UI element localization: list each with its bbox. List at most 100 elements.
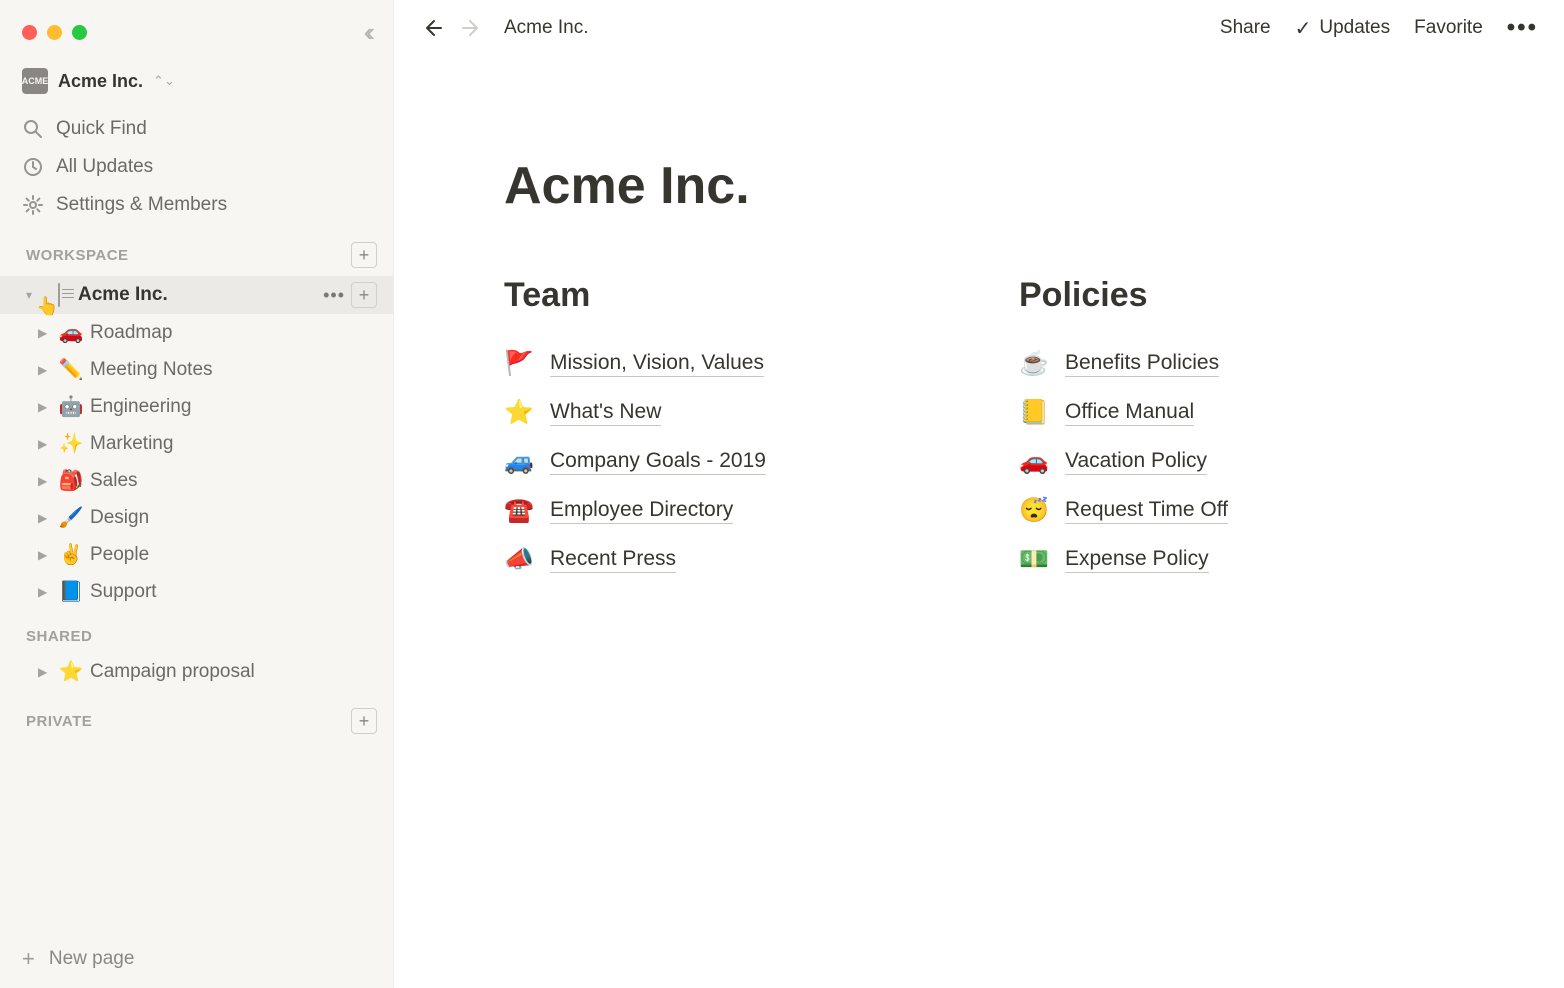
tree-item[interactable]: ▶ 🎒 Sales (0, 462, 393, 499)
window-controls (22, 25, 87, 40)
clock-icon (22, 156, 44, 178)
all-updates-label: All Updates (56, 156, 153, 178)
tree-label: People (90, 544, 377, 566)
plus-icon: + (22, 946, 35, 972)
main: Acme Inc. Share ✓ Updates Favorite ••• A… (394, 0, 1564, 988)
add-subpage-button[interactable]: + (351, 282, 377, 308)
columns: Team🚩Mission, Vision, Values⭐What's New🚙… (504, 276, 1454, 584)
link-emoji-icon: 💵 (1019, 545, 1051, 574)
chevron-right-icon[interactable]: ▶ (38, 548, 52, 562)
favorite-button[interactable]: Favorite (1414, 17, 1483, 39)
link-text: Office Manual (1065, 400, 1194, 426)
link-text: Company Goals - 2019 (550, 449, 766, 475)
tree-label: Meeting Notes (90, 359, 377, 381)
link-emoji-icon: 😴 (1019, 496, 1051, 525)
tree-item[interactable]: ▶ ✨ Marketing (0, 425, 393, 462)
page-emoji-icon: 🤖 (58, 394, 84, 419)
all-updates[interactable]: All Updates (0, 148, 393, 186)
link-text: Request Time Off (1065, 498, 1228, 524)
tree-item[interactable]: ▶🚗Roadmap (0, 314, 393, 351)
link-emoji-icon: 🚗 (1019, 447, 1051, 476)
section-shared-label: SHARED (26, 628, 92, 645)
tree-label: Acme Inc. (78, 284, 317, 306)
page-link[interactable]: 🚙 Company Goals - 2019 (504, 437, 939, 486)
updates-button[interactable]: ✓ Updates (1295, 16, 1391, 41)
app-frame: ‹‹ ACME Acme Inc. ⌃⌄ Quick Find All Upda… (0, 0, 1564, 988)
column-heading: Policies (1019, 276, 1454, 315)
chevron-right-icon[interactable]: ▶ (38, 326, 52, 340)
page-link[interactable]: 📣Recent Press (504, 535, 939, 584)
chevron-right-icon[interactable]: ▶ (38, 585, 52, 599)
tree-label: Sales (90, 470, 377, 492)
tree-item[interactable]: ▶ ✏️ Meeting Notes (0, 351, 393, 388)
tree-label: Design (90, 507, 377, 529)
page-emoji-icon: ✨ (58, 431, 84, 456)
page-link[interactable]: 📒 Office Manual (1019, 388, 1454, 437)
chevron-down-icon[interactable]: ▾ (26, 288, 40, 302)
page-emoji-icon: 🎒 (58, 468, 84, 493)
link-text: Expense Policy (1065, 547, 1209, 573)
new-page-label: New page (49, 948, 135, 970)
chevron-right-icon[interactable]: ▶ (38, 400, 52, 414)
section-workspace-header: WORKSPACE + (0, 224, 393, 276)
page-content: Acme Inc. Team🚩Mission, Vision, Values⭐W… (394, 56, 1564, 624)
chevron-right-icon[interactable]: ▶ (38, 363, 52, 377)
settings-members[interactable]: Settings & Members (0, 186, 393, 224)
page-link[interactable]: ☕Benefits Policies (1019, 339, 1454, 388)
page-link[interactable]: 💵 Expense Policy (1019, 535, 1454, 584)
chevron-right-icon[interactable]: ▶ (38, 474, 52, 488)
add-private-page-button[interactable]: + (351, 708, 377, 734)
page-link[interactable]: 🚗 Vacation Policy (1019, 437, 1454, 486)
workspace-switcher[interactable]: ACME Acme Inc. ⌃⌄ (0, 60, 393, 110)
tree-item[interactable]: ▶📘Support (0, 573, 393, 610)
link-emoji-icon: 📒 (1019, 398, 1051, 427)
link-text: Vacation Policy (1065, 449, 1207, 475)
add-workspace-page-button[interactable]: + (351, 242, 377, 268)
tree-item[interactable]: ▶🤖Engineering (0, 388, 393, 425)
page-link[interactable]: 😴 Request Time Off (1019, 486, 1454, 535)
chevron-updown-icon: ⌃⌄ (153, 73, 175, 89)
page-emoji-icon: 📘 (58, 579, 84, 604)
back-button[interactable] (420, 16, 448, 40)
chevron-right-icon[interactable]: ▶ (38, 665, 52, 679)
section-private-header: PRIVATE + (0, 690, 393, 742)
page-emoji-icon: ✌️ (58, 542, 84, 567)
tree-label: Marketing (90, 433, 377, 455)
window-maximize[interactable] (72, 25, 87, 40)
chevron-right-icon[interactable]: ▶ (38, 437, 52, 451)
tree-item[interactable]: ▶ ✌️ People (0, 536, 393, 573)
tree-item[interactable]: ▶🖌️Design (0, 499, 393, 536)
share-button[interactable]: Share (1220, 17, 1271, 39)
link-text: Mission, Vision, Values (550, 351, 764, 377)
page-title[interactable]: Acme Inc. (504, 156, 1454, 216)
more-actions-icon[interactable]: ••• (323, 285, 345, 306)
forward-button[interactable] (460, 16, 488, 40)
breadcrumb[interactable]: Acme Inc. (504, 17, 588, 39)
link-text: What's New (550, 400, 661, 426)
link-emoji-icon: ☎️ (504, 496, 536, 525)
link-emoji-icon: 🚩 (504, 349, 536, 378)
workspace-name: Acme Inc. (58, 71, 143, 92)
page-link[interactable]: ☎️Employee Directory (504, 486, 939, 535)
tree-item-root[interactable]: ▾ 👆 Acme Inc. ••• + (0, 276, 393, 314)
page-more-icon[interactable]: ••• (1507, 14, 1538, 42)
new-page-button[interactable]: + New page (0, 930, 393, 988)
link-emoji-icon: 🚙 (504, 447, 536, 476)
section-workspace-label: WORKSPACE (26, 247, 129, 264)
page-link[interactable]: ⭐What's New (504, 388, 939, 437)
collapse-sidebar-icon[interactable]: ‹‹ (356, 15, 377, 50)
quick-find[interactable]: Quick Find (0, 110, 393, 148)
window-close[interactable] (22, 25, 37, 40)
column: Team🚩Mission, Vision, Values⭐What's New🚙… (504, 276, 939, 584)
tree-label: Campaign proposal (90, 661, 377, 683)
page-icon (46, 284, 72, 307)
titlebar: ‹‹ (0, 0, 393, 60)
page-emoji-icon: ✏️ (58, 357, 84, 382)
topbar-actions: Share ✓ Updates Favorite ••• (1220, 14, 1538, 42)
page-link[interactable]: 🚩 Mission, Vision, Values (504, 339, 939, 388)
window-minimize[interactable] (47, 25, 62, 40)
sidebar: ‹‹ ACME Acme Inc. ⌃⌄ Quick Find All Upda… (0, 0, 394, 988)
tree-item[interactable]: ▶⭐Campaign proposal (0, 653, 393, 690)
page-emoji-icon: 🚗 (58, 320, 84, 345)
chevron-right-icon[interactable]: ▶ (38, 511, 52, 525)
